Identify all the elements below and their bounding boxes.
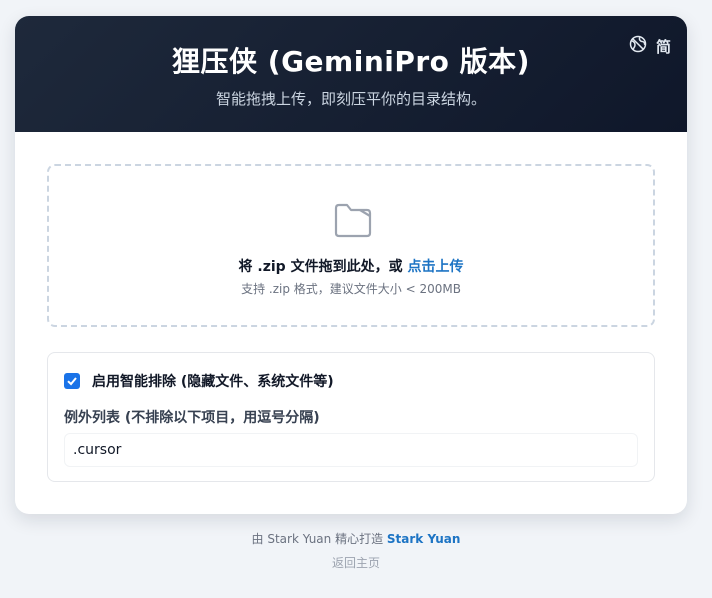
upload-dropzone[interactable]: 将 .zip 文件拖到此处，或 点击上传 支持 .zip 格式，建议文件大小 <… [47, 164, 655, 327]
footer-text: 由 Stark Yuan 精心打造 [251, 532, 387, 546]
main-card: 狸压侠 (GeminiPro 版本) 智能拖拽上传，即刻压平你的目录结构。 简 … [15, 16, 687, 514]
footer-credit: 由 Stark Yuan 精心打造 Stark Yuan [0, 530, 712, 547]
smart-exclude-checkbox[interactable] [64, 373, 80, 389]
header: 狸压侠 (GeminiPro 版本) 智能拖拽上传，即刻压平你的目录结构。 简 [15, 16, 687, 132]
exceptions-label: 例外列表 (不排除以下项目，用逗号分隔) [64, 410, 320, 426]
back-home-link[interactable]: 返回主页 [0, 554, 712, 571]
options-panel: 启用智能排除 (隐藏文件、系统文件等) 例外列表 (不排除以下项目，用逗号分隔) [47, 352, 655, 482]
page-subtitle: 智能拖拽上传，即刻压平你的目录结构。 [215, 90, 486, 108]
language-label: 简 [655, 37, 671, 56]
smart-exclude-label: 启用智能排除 (隐藏文件、系统文件等) [92, 374, 334, 390]
dropzone-instruction: 将 .zip 文件拖到此处，或 点击上传 [49, 256, 653, 276]
dropzone-hint: 支持 .zip 格式，建议文件大小 < 200MB [241, 282, 461, 296]
dropzone-text: 将 .zip 文件拖到此处，或 [238, 259, 408, 275]
folder-icon [333, 202, 373, 238]
language-toggle[interactable]: 简 [628, 34, 671, 58]
author-link[interactable]: Stark Yuan [387, 532, 461, 546]
click-upload-link[interactable]: 点击上传 [407, 259, 463, 275]
globe-icon [628, 34, 648, 58]
page-title: 狸压侠 (GeminiPro 版本) [172, 45, 530, 78]
exceptions-input[interactable] [64, 433, 638, 467]
smart-exclude-row: 启用智能排除 (隐藏文件、系统文件等) [64, 371, 334, 391]
